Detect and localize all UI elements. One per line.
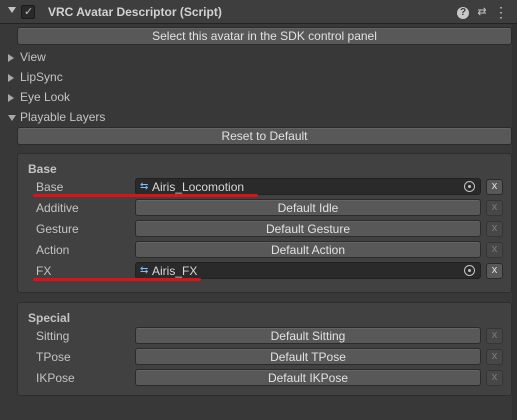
- layer-label-sitting: Sitting: [36, 329, 70, 343]
- component-header[interactable]: ✓ VRC Avatar Descriptor (Script) ? ⇄ ⋮: [0, 0, 517, 24]
- animator-controller-icon: ⇆: [140, 181, 149, 192]
- layer-label-additive: Additive: [36, 201, 79, 215]
- clear-additive-button[interactable]: x: [486, 200, 503, 216]
- default-sitting-button[interactable]: Default Sitting: [135, 327, 481, 344]
- controller-field-base[interactable]: ⇆ Airis_Locomotion: [135, 178, 481, 195]
- highlight-underline: [33, 278, 201, 281]
- default-tpose-button[interactable]: Default TPose: [135, 348, 481, 365]
- foldout-arrow-icon: [8, 54, 14, 62]
- default-gesture-button[interactable]: Default Gesture: [135, 220, 481, 237]
- foldout-playable-layers[interactable]: Playable Layers: [8, 110, 208, 126]
- layer-label-base: Base: [36, 180, 64, 194]
- highlight-underline: [33, 194, 258, 197]
- select-avatar-sdk-button[interactable]: Select this avatar in the SDK control pa…: [17, 27, 512, 45]
- foldout-arrow-open-icon: [8, 115, 16, 121]
- clear-base-button[interactable]: x: [486, 179, 503, 195]
- inspector-scrollbar[interactable]: [512, 24, 517, 420]
- foldout-label: LipSync: [20, 70, 63, 84]
- foldout-arrow-icon: [8, 74, 14, 82]
- layer-label-tpose: TPose: [36, 350, 71, 364]
- reset-to-default-button[interactable]: Reset to Default: [17, 127, 512, 145]
- object-picker-icon[interactable]: [464, 265, 475, 276]
- foldout-eye-look[interactable]: Eye Look: [8, 90, 208, 106]
- foldout-view[interactable]: View: [8, 50, 208, 66]
- help-icon[interactable]: ?: [455, 4, 471, 20]
- clear-fx-button[interactable]: x: [486, 263, 503, 279]
- group-title-base: Base: [28, 162, 57, 176]
- foldout-lipsync[interactable]: LipSync: [8, 70, 208, 86]
- default-action-button[interactable]: Default Action: [135, 241, 481, 258]
- menu-icon[interactable]: ⋮: [493, 4, 509, 20]
- controller-field-fx[interactable]: ⇆ Airis_FX: [135, 262, 481, 279]
- collapse-arrow-icon[interactable]: [8, 7, 16, 13]
- controller-value: Airis_Locomotion: [152, 180, 245, 194]
- clear-sitting-button[interactable]: x: [486, 328, 503, 344]
- default-idle-button[interactable]: Default Idle: [135, 199, 481, 216]
- checkmark-icon: ✓: [24, 6, 34, 18]
- foldout-label: Playable Layers: [20, 110, 106, 124]
- component-enabled-checkbox[interactable]: ✓: [21, 5, 35, 19]
- controller-value: Airis_FX: [152, 264, 198, 278]
- presets-icon[interactable]: ⇄: [474, 4, 490, 20]
- object-picker-icon[interactable]: [464, 181, 475, 192]
- clear-action-button[interactable]: x: [486, 242, 503, 258]
- layer-label-action: Action: [36, 243, 70, 257]
- group-title-special: Special: [28, 311, 71, 325]
- clear-ikpose-button[interactable]: x: [486, 370, 503, 386]
- clear-tpose-button[interactable]: x: [486, 349, 503, 365]
- component-title: VRC Avatar Descriptor (Script): [48, 5, 222, 19]
- default-ikpose-button[interactable]: Default IKPose: [135, 369, 481, 386]
- animator-controller-icon: ⇆: [140, 265, 149, 276]
- foldout-label: View: [20, 50, 46, 64]
- layer-label-gesture: Gesture: [36, 222, 79, 236]
- clear-gesture-button[interactable]: x: [486, 221, 503, 237]
- foldout-label: Eye Look: [20, 90, 71, 104]
- layer-label-fx: FX: [36, 264, 52, 278]
- layer-label-ikpose: IKPose: [36, 371, 75, 385]
- foldout-arrow-icon: [8, 94, 14, 102]
